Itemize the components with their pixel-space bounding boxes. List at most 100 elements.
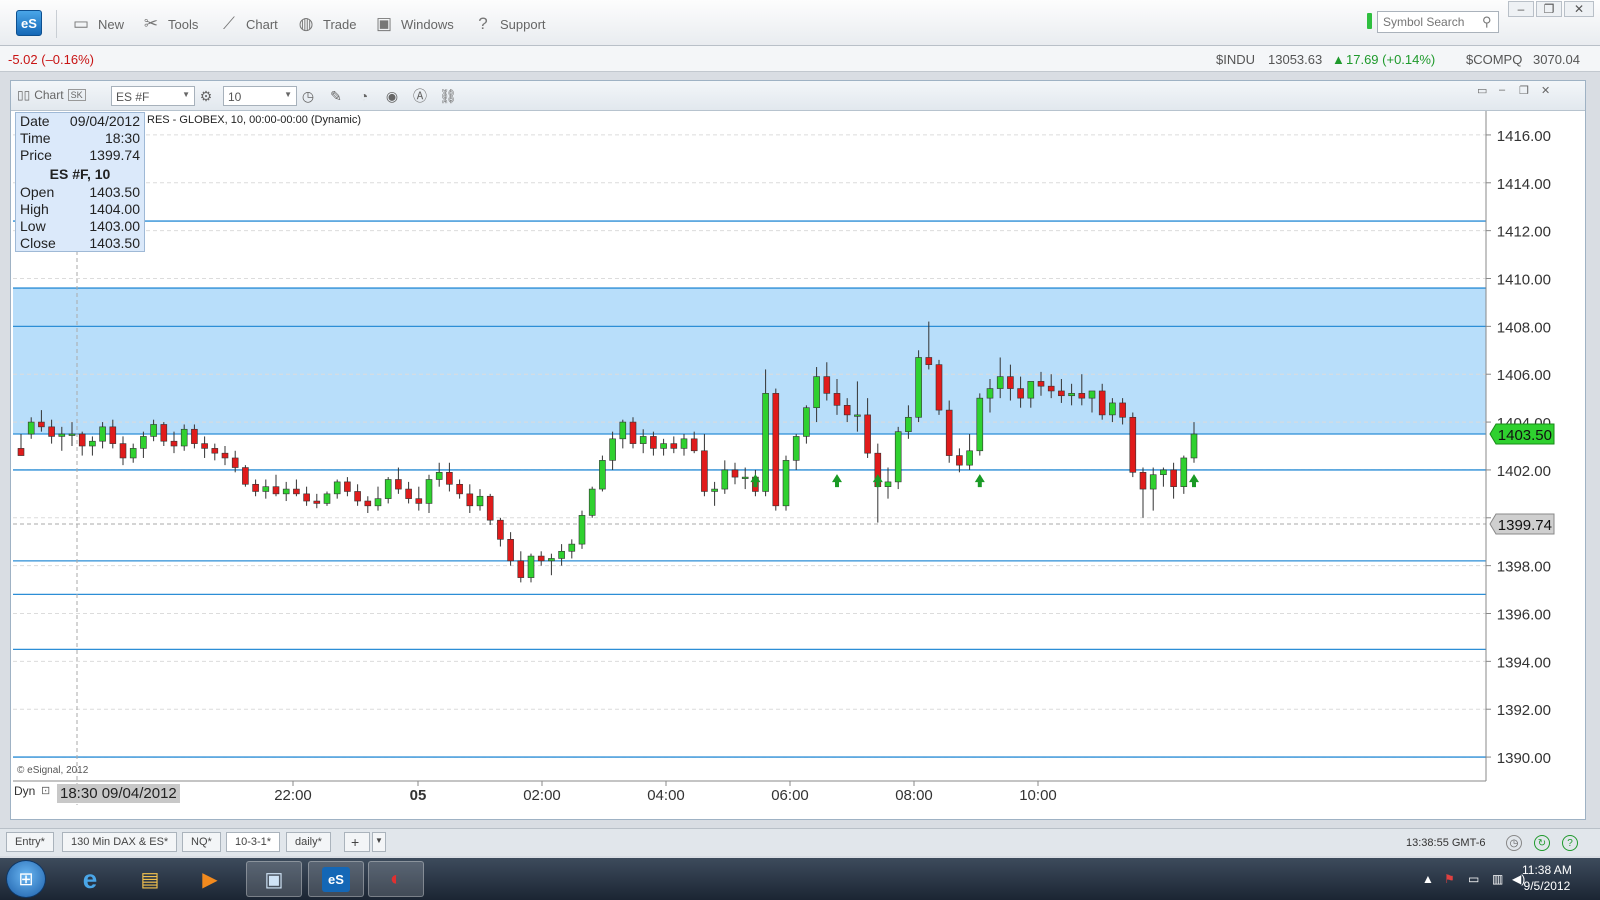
- candle-body: [864, 414, 871, 454]
- trade-button[interactable]: ◍ Trade: [295, 12, 357, 36]
- price-tick-label: 1410.00: [1497, 272, 1551, 289]
- chart-close-button[interactable]: ✕: [1541, 84, 1550, 97]
- clock-status-icon[interactable]: ◷: [1506, 835, 1522, 851]
- support-button[interactable]: ? Support: [472, 12, 545, 36]
- study-icon[interactable]: ◔: [355, 87, 373, 105]
- data-window-top: Date 09/04/2012 Time 18:30 Price 1399.74: [16, 113, 144, 164]
- clock-icon[interactable]: ◷: [299, 87, 317, 105]
- candle-body: [425, 479, 433, 504]
- candle-body: [344, 481, 351, 492]
- minimize-button[interactable]: –: [1508, 1, 1534, 17]
- media-player-icon[interactable]: ▶: [182, 861, 238, 897]
- candle-body: [150, 424, 157, 437]
- annotation-icon[interactable]: Ⓐ: [411, 87, 429, 105]
- candle-body: [639, 436, 647, 444]
- link-icon[interactable]: SK: [67, 89, 86, 101]
- page-tabs: Entry* 130 Min DAX & ES* NQ* 10-3-1* dai…: [0, 828, 1600, 856]
- windows-button[interactable]: ▣ Windows: [373, 12, 454, 36]
- play-icon[interactable]: ◉: [383, 87, 401, 105]
- refresh-icon[interactable]: ↻: [1534, 835, 1550, 851]
- chart-header-text: RES - GLOBEX, 10, 00:00-00:00 (Dynamic): [147, 114, 361, 126]
- data-window-label: Price: [20, 147, 52, 163]
- search-icon[interactable]: ⚲: [1482, 14, 1492, 30]
- esignal-logo[interactable]: eS: [16, 10, 42, 36]
- candle-body: [1160, 469, 1167, 476]
- ticker-compq-symbol[interactable]: $COMPQ: [1466, 52, 1522, 67]
- tab-10-3-1[interactable]: 10-3-1*: [226, 832, 281, 852]
- tray-display-icon[interactable]: ▭: [1468, 872, 1479, 886]
- candle-body: [242, 467, 249, 485]
- new-label: New: [98, 16, 125, 32]
- help-status-icon[interactable]: ?: [1562, 835, 1578, 851]
- candle-body: [741, 476, 749, 479]
- tools-button[interactable]: ✂ Tools: [140, 12, 198, 36]
- interval-combo[interactable]: 10 ▼: [223, 86, 297, 106]
- internet-explorer-icon[interactable]: e: [62, 861, 118, 897]
- new-button[interactable]: ▭ New: [70, 12, 124, 36]
- candle-body: [384, 479, 392, 499]
- tray-clock[interactable]: 11:38 AM 9/5/2012: [1522, 862, 1572, 894]
- pencil-icon[interactable]: ✎: [327, 87, 345, 105]
- start-button-icon[interactable]: ⊞: [6, 860, 46, 898]
- candle-body: [854, 414, 861, 417]
- tab-entry[interactable]: Entry*: [6, 832, 54, 852]
- lock-icon[interactable]: ⊡: [41, 784, 50, 797]
- tab-menu-dropdown-icon[interactable]: ▼: [372, 832, 386, 852]
- candle-body: [1078, 393, 1086, 399]
- chart-button[interactable]: ⟋ Chart: [218, 12, 278, 36]
- candle-body: [405, 488, 412, 499]
- tab-daily[interactable]: daily*: [286, 832, 331, 852]
- symbol-search-input[interactable]: [1377, 11, 1499, 33]
- trade-label: Trade: [323, 16, 357, 32]
- data-window-row: Date 09/04/2012: [16, 113, 144, 130]
- candle-body: [599, 460, 606, 490]
- symbol-combo[interactable]: ES #F ▼: [111, 86, 195, 106]
- tray-expand-icon[interactable]: ▲: [1422, 872, 1434, 886]
- tab-nq[interactable]: NQ*: [182, 832, 221, 852]
- candle-body: [976, 397, 984, 452]
- candle-body: [1180, 457, 1188, 487]
- tools-label: Tools: [168, 16, 199, 32]
- close-button[interactable]: ✕: [1564, 1, 1594, 17]
- symbol-dropdown-icon: ▼: [182, 90, 190, 99]
- restore-button[interactable]: ❐: [1536, 1, 1562, 17]
- file-explorer-icon[interactable]: ▤: [122, 861, 178, 897]
- connection-status-icon: [1367, 13, 1372, 29]
- data-window-label: Low: [20, 218, 46, 234]
- candle-body: [395, 479, 402, 490]
- ticker-indu-symbol[interactable]: $INDU: [1216, 52, 1255, 67]
- toolbar-separator: [56, 10, 57, 38]
- price-tick-label: 1416.00: [1497, 128, 1551, 145]
- ticker-left-change[interactable]: -5.02 (–0.16%): [8, 52, 94, 67]
- price-chart[interactable]: 1416.00 1414.00 1412.00 1410.00 1408.00 1406.…: [11, 111, 1585, 821]
- link-chain-icon[interactable]: ⛓: [439, 87, 457, 105]
- candle-body: [884, 481, 892, 487]
- settings-gear-icon[interactable]: ⚙: [197, 87, 215, 105]
- current-price-label: 1403.50: [1498, 427, 1552, 444]
- buy-signal-arrow-icon: [1189, 474, 1199, 488]
- tray-network-icon[interactable]: ▥: [1492, 872, 1503, 886]
- candle-body: [660, 443, 667, 449]
- data-window-value: 1403.50: [89, 184, 140, 200]
- candle-body: [956, 455, 963, 466]
- candle-body: [109, 426, 117, 444]
- data-window-row: Time 18:30: [16, 130, 144, 147]
- dyn-label[interactable]: Dyn: [14, 784, 35, 798]
- network-app-icon[interactable]: ▣: [246, 861, 302, 897]
- add-tab-button[interactable]: +: [344, 832, 370, 852]
- tab-130-min-dax-es[interactable]: 130 Min DAX & ES*: [62, 832, 178, 852]
- chart-restore-small-icon[interactable]: ▭: [1477, 84, 1487, 97]
- price-tick-label: 1392.00: [1497, 702, 1551, 719]
- cursor-price-label: 1399.74: [1498, 517, 1552, 534]
- data-window-value: 1403.00: [89, 218, 140, 234]
- chart-minimize-button[interactable]: –: [1499, 84, 1505, 96]
- chart-maximize-button[interactable]: ❐: [1519, 84, 1529, 97]
- tray-flag-icon[interactable]: ⚑: [1444, 872, 1455, 886]
- candle-body: [813, 376, 820, 409]
- data-window-row: Low 1403.00: [16, 218, 144, 235]
- esignal-taskbar-icon[interactable]: eS: [308, 861, 364, 897]
- candle-body: [293, 488, 300, 495]
- data-window: Date 09/04/2012 Time 18:30 Price 1399.74 ES #…: [15, 112, 145, 252]
- candle-body: [323, 493, 331, 504]
- red-app-icon[interactable]: ◐: [368, 861, 424, 897]
